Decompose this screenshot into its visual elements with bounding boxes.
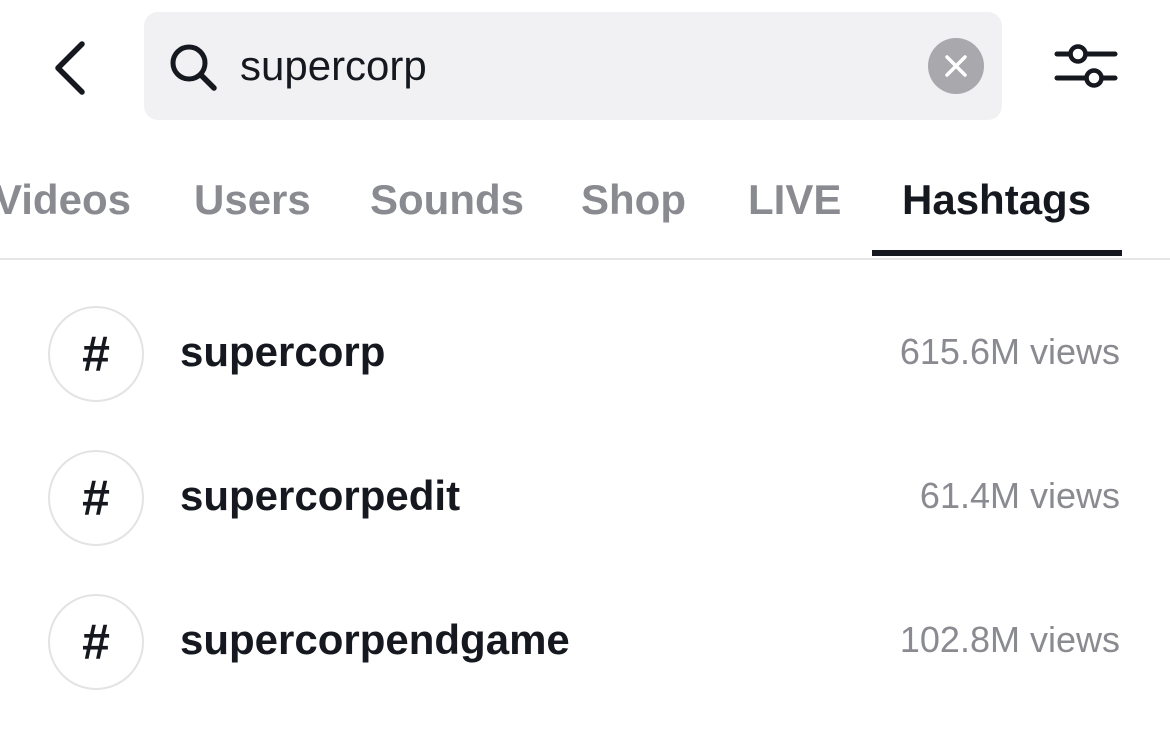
hashtag-icon: #	[48, 450, 144, 546]
search-tabs: Videos Users Sounds Shop LIVE Hashtags	[0, 150, 1170, 260]
hashtag-row[interactable]: # supercorpedit 61.4M views	[0, 426, 1170, 570]
tab-videos[interactable]: Videos	[0, 170, 131, 230]
tab-shop[interactable]: Shop	[581, 170, 686, 230]
hashtag-name: supercorp	[180, 328, 386, 375]
hashtag-views: 102.8M views	[899, 619, 1120, 660]
tab-users[interactable]: Users	[194, 170, 311, 230]
filter-button[interactable]	[1050, 34, 1122, 98]
clear-search-button[interactable]	[928, 38, 984, 94]
back-button[interactable]	[40, 33, 100, 103]
search-icon	[170, 44, 217, 91]
hashtag-icon: #	[48, 306, 144, 402]
search-bar[interactable]	[144, 12, 1002, 120]
sliders-icon	[1054, 44, 1118, 88]
search-input[interactable]	[240, 34, 900, 98]
tab-sounds[interactable]: Sounds	[370, 170, 524, 230]
active-tab-indicator	[872, 250, 1122, 256]
hashtag-row[interactable]: # supercorp 615.6M views	[0, 282, 1170, 426]
chevron-left-icon	[55, 41, 85, 95]
hashtag-name: supercorpendgame	[180, 616, 570, 663]
tab-hashtags[interactable]: Hashtags	[902, 170, 1091, 230]
tab-live[interactable]: LIVE	[748, 170, 841, 230]
close-icon	[945, 55, 967, 77]
hashtag-views: 61.4M views	[919, 475, 1120, 516]
hashtag-icon: #	[48, 594, 144, 690]
hashtag-row[interactable]: # supercorpendgame 102.8M views	[0, 570, 1170, 714]
hashtag-name: supercorpedit	[180, 472, 461, 519]
search-header	[0, 0, 1170, 130]
hashtag-views: 615.6M views	[899, 331, 1120, 372]
